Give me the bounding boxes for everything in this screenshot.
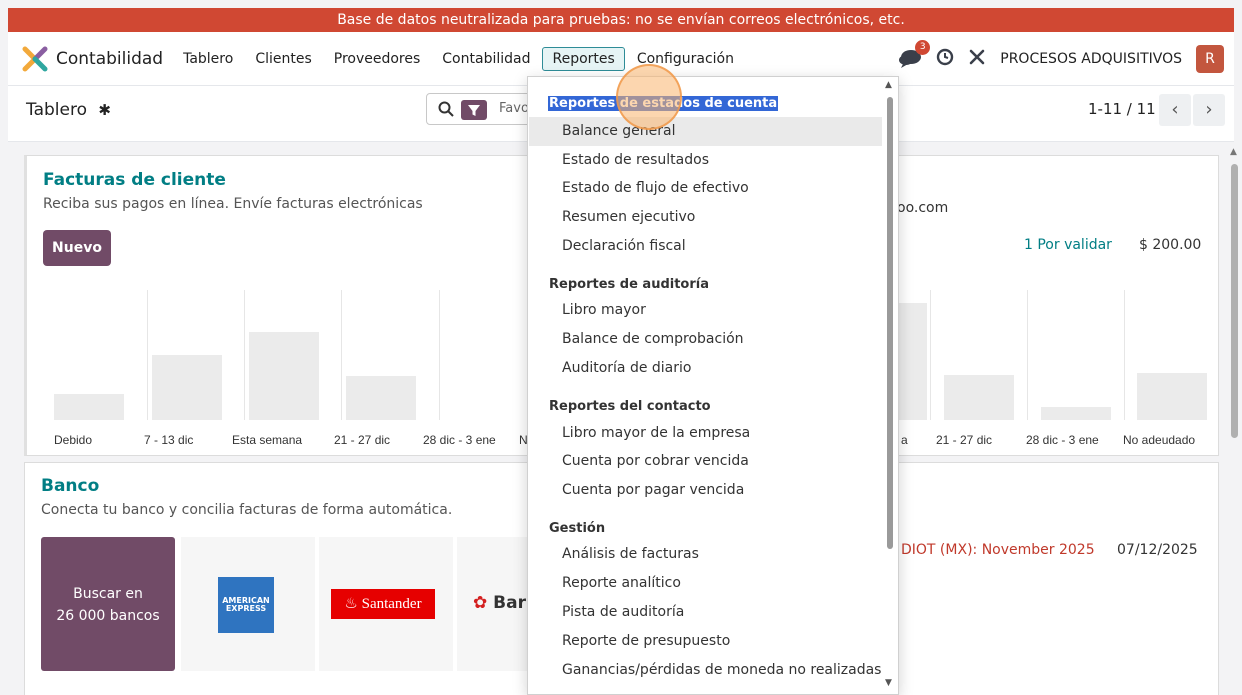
dropdown-item-libro-mayor-empresa[interactable]: Libro mayor de la empresa: [562, 425, 750, 441]
chart-bar[interactable]: [152, 355, 222, 420]
banorte-flower-icon: ✿: [473, 593, 488, 613]
amex-logo: AMERICAN EXPRESS: [218, 577, 274, 633]
dropdown-section-header: Reportes del contacto: [549, 399, 711, 414]
pager-value[interactable]: 1-11 / 11: [1088, 100, 1156, 118]
card-subtitle: Conecta tu banco y concilia facturas de …: [41, 502, 453, 518]
chart-bar[interactable]: [1041, 407, 1111, 420]
chat-badge: 3: [915, 39, 931, 55]
x-label: 7 - 13 dic: [144, 433, 194, 447]
page-scrollbar[interactable]: ▲: [1228, 142, 1242, 695]
menu-tablero[interactable]: Tablero: [173, 47, 243, 71]
to-validate-link[interactable]: 1 Por validar: [1024, 237, 1112, 253]
gear-icon[interactable]: ✱: [98, 101, 111, 119]
chart-gridline: [244, 290, 245, 420]
page-title: Tablero ✱: [26, 100, 111, 120]
banorte-logo-text: Bar: [493, 593, 526, 613]
scroll-up-arrow-icon[interactable]: ▲: [1230, 147, 1237, 157]
dropdown-item-balance-comprobacion[interactable]: Balance de comprobación: [562, 331, 744, 347]
search-banks-button[interactable]: Buscar en 26 000 bancos: [41, 537, 175, 671]
x-label: 21 - 27 dic: [334, 433, 391, 447]
dropdown-item-cuenta-cobrar-vencida[interactable]: Cuenta por cobrar vencida: [562, 453, 749, 469]
search-facet: Favo: [499, 101, 529, 116]
chart-gridline: [1027, 290, 1028, 420]
santander-logo: ♨ Santander: [331, 589, 435, 619]
dropdown-scroll-down-icon[interactable]: ▼: [885, 678, 892, 688]
chart-bar[interactable]: [1137, 373, 1207, 420]
dropdown-item-ganancias-perdidas[interactable]: Ganancias/pérdidas de moneda no realizad…: [562, 662, 881, 678]
menu-proveedores[interactable]: Proveedores: [324, 47, 431, 71]
dropdown-scrollbar-thumb[interactable]: [887, 97, 893, 549]
card-title[interactable]: Facturas de cliente: [43, 170, 226, 190]
dropdown-item-reporte-analitico[interactable]: Reporte analítico: [562, 575, 681, 591]
diot-date: 07/12/2025: [1117, 542, 1198, 558]
x-label: 21 - 27 dic: [936, 433, 993, 447]
banorte-logo: ✿ Bar: [473, 593, 526, 613]
chart-gridline: [341, 290, 342, 420]
chart-gridline: [1124, 290, 1125, 420]
dropdown-item-flujo-efectivo[interactable]: Estado de flujo de efectivo: [562, 180, 749, 196]
x-label: 28 dic - 3 ene: [423, 433, 496, 447]
card-title[interactable]: Banco: [41, 476, 99, 496]
filter-icon[interactable]: [461, 100, 487, 120]
email-address: oo.com: [897, 200, 949, 216]
pager-previous-button[interactable]: ‹: [1159, 94, 1191, 126]
dropdown-item-estado-resultados[interactable]: Estado de resultados: [562, 152, 709, 168]
amex-logo-line2: EXPRESS: [225, 604, 267, 613]
x-label: Debido: [54, 433, 93, 447]
page-title-text: Tablero: [26, 100, 87, 120]
dropdown-item-auditoria-diario[interactable]: Auditoría de diario: [562, 360, 691, 376]
chart-bar[interactable]: [346, 375, 416, 420]
search-banks-line1: Buscar en: [73, 586, 143, 602]
santander-logo-text: Santander: [361, 596, 422, 612]
company-switcher[interactable]: PROCESOS ADQUISITIVOS: [1000, 51, 1182, 67]
x-label: No adeudado: [1123, 433, 1196, 447]
menu-clientes[interactable]: Clientes: [245, 47, 321, 71]
x-label: a: [901, 433, 908, 447]
click-indicator: [616, 64, 682, 130]
chart-bar[interactable]: [54, 394, 124, 420]
menu-contabilidad[interactable]: Contabilidad: [432, 47, 540, 71]
reportes-dropdown-menu: Reportes de estados de cuenta Balance ge…: [527, 76, 899, 695]
new-invoice-button[interactable]: Nuevo: [43, 230, 111, 266]
search-icon: [438, 101, 454, 117]
dropdown-section-header: Gestión: [549, 521, 606, 536]
dropdown-item-declaracion-fiscal[interactable]: Declaración fiscal: [562, 238, 686, 254]
dropdown-item-cuenta-pagar-vencida[interactable]: Cuenta por pagar vencida: [562, 482, 744, 498]
x-label: 28 dic - 3 ene: [1026, 433, 1099, 447]
card-subtitle: Reciba sus pagos en línea. Envíe factura…: [43, 196, 423, 212]
x-label: Esta semana: [232, 433, 303, 447]
dropdown-item-libro-mayor[interactable]: Libro mayor: [562, 302, 646, 318]
tools-icon[interactable]: [968, 48, 986, 70]
dropdown-item-analisis-facturas[interactable]: Análisis de facturas: [562, 546, 699, 562]
bank-tile-amex[interactable]: AMERICAN EXPRESS: [181, 537, 315, 671]
chart-gridline: [147, 290, 148, 420]
user-avatar[interactable]: R: [1196, 44, 1224, 73]
pending-amount: $ 200.00: [1139, 237, 1202, 253]
diot-report-link[interactable]: DIOT (MX): November 2025: [901, 542, 1095, 558]
chart-gridline: [439, 290, 440, 420]
dropdown-item-reporte-presupuesto[interactable]: Reporte de presupuesto: [562, 633, 730, 649]
dropdown-scroll-up-icon[interactable]: ▲: [885, 80, 892, 90]
chart-gridline: [930, 290, 931, 420]
dropdown-item-resumen-ejecutivo[interactable]: Resumen ejecutivo: [562, 209, 695, 225]
page-scrollbar-thumb[interactable]: [1231, 164, 1238, 438]
search-banks-line2: 26 000 bancos: [56, 608, 160, 624]
chart-bar[interactable]: [944, 374, 1014, 420]
bank-tile-santander[interactable]: ♨ Santander: [319, 537, 453, 671]
neutralized-db-banner: Base de datos neutralizada para pruebas:…: [8, 8, 1234, 32]
menu-reportes[interactable]: Reportes: [542, 46, 625, 71]
clock-icon[interactable]: [936, 48, 954, 70]
chart-bar[interactable]: [249, 331, 319, 420]
dropdown-section-header: Reportes de auditoría: [549, 277, 709, 292]
app-name[interactable]: Contabilidad: [56, 49, 163, 69]
chat-icon[interactable]: 3: [898, 39, 931, 70]
accounting-app-icon[interactable]: [22, 46, 48, 72]
dropdown-item-pista-auditoria[interactable]: Pista de auditoría: [562, 604, 684, 620]
santander-flame-icon: ♨: [344, 596, 362, 612]
pager-next-button[interactable]: ›: [1193, 94, 1225, 126]
